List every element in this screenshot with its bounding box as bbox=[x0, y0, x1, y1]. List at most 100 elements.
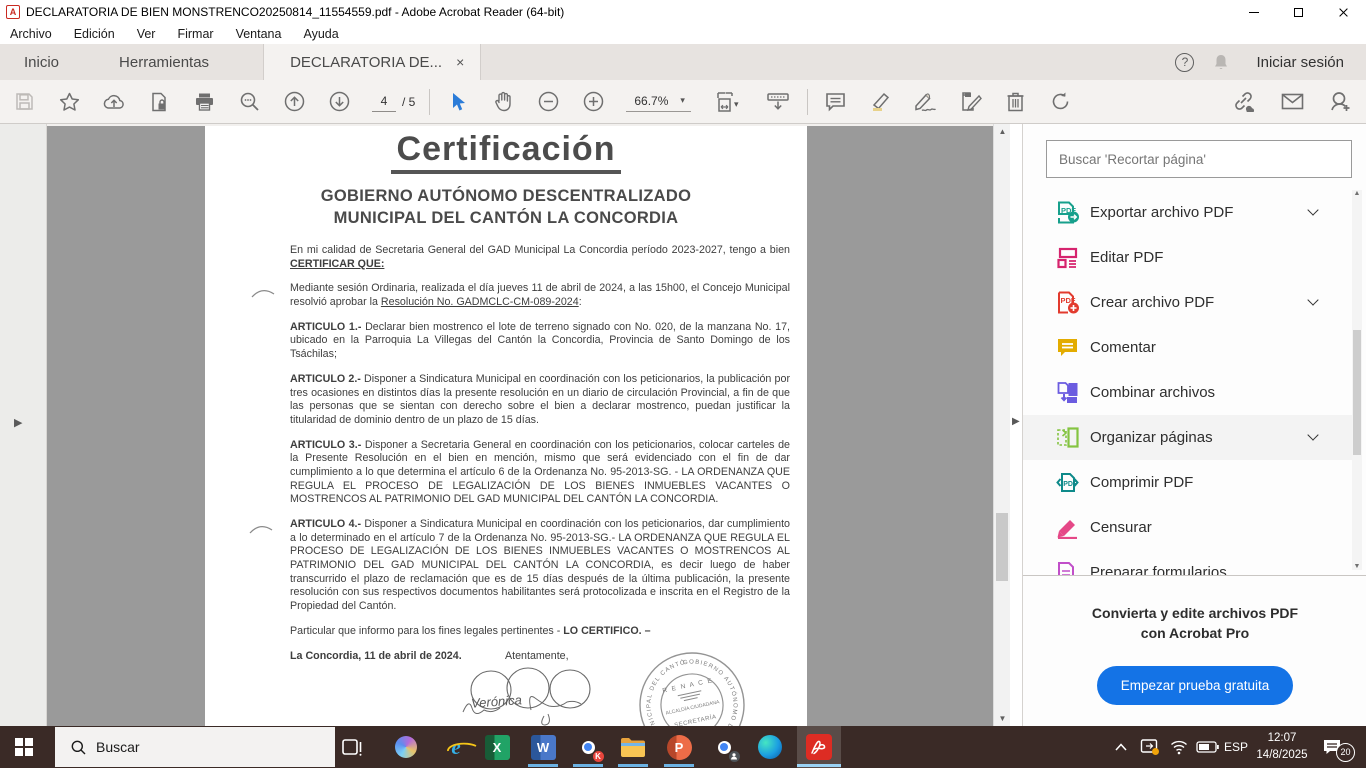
save-button[interactable] bbox=[12, 90, 36, 114]
tool-combine-files[interactable]: Combinar archivos bbox=[1023, 370, 1353, 415]
close-button[interactable] bbox=[1321, 0, 1366, 24]
document-scrollbar[interactable]: ▲ ▼ bbox=[993, 124, 1010, 726]
chevron-down-icon[interactable] bbox=[1307, 294, 1318, 305]
tab-document[interactable]: DECLARATORIA DE... × bbox=[263, 44, 481, 80]
tray-wifi-button[interactable] bbox=[1166, 726, 1192, 768]
tool-prepare-forms[interactable]: Preparar formularios bbox=[1023, 550, 1353, 575]
chevron-down-icon[interactable] bbox=[1307, 204, 1318, 215]
tool-compress-pdf[interactable]: PDF Comprimir PDF bbox=[1023, 460, 1353, 505]
tool-comment[interactable]: Comentar bbox=[1023, 325, 1353, 370]
windows-logo-icon bbox=[15, 738, 33, 756]
share-link-icon[interactable] bbox=[1232, 90, 1256, 114]
sidebar-scroll-down[interactable]: ▼ bbox=[1352, 563, 1362, 570]
sign-in-button[interactable]: Iniciar sesión bbox=[1256, 54, 1344, 71]
highlight-icon[interactable] bbox=[869, 90, 893, 114]
svg-text:ALCALDÍA CIUDADANA: ALCALDÍA CIUDADANA bbox=[665, 698, 721, 716]
help-icon[interactable]: ? bbox=[1175, 53, 1194, 72]
tab-inicio[interactable]: Inicio bbox=[0, 44, 83, 80]
page-number-input[interactable] bbox=[372, 92, 396, 112]
zoom-in-icon[interactable] bbox=[581, 90, 605, 114]
sign-icon[interactable] bbox=[914, 90, 938, 114]
select-tool-icon[interactable] bbox=[446, 90, 470, 114]
chevron-up-icon bbox=[1115, 743, 1127, 751]
notifications-bell-icon[interactable] bbox=[1212, 53, 1230, 72]
menu-ventana[interactable]: Ventana bbox=[236, 27, 282, 41]
document-viewport[interactable]: Certificación GOBIERNO AUTÓNOMO DESCENTR… bbox=[47, 124, 993, 726]
protected-file-icon[interactable] bbox=[147, 90, 171, 114]
zoom-level-value: 66.7% bbox=[634, 94, 668, 108]
word-button[interactable]: W bbox=[521, 726, 565, 768]
tray-clock[interactable]: 12:07 14/8/2025 bbox=[1246, 726, 1318, 768]
doc-paragraph: Mediante sesión Ordinaria, realizada el … bbox=[290, 282, 790, 309]
chrome-icon: K bbox=[576, 735, 601, 760]
collapse-tools-panel-icon[interactable]: ▶ bbox=[1012, 416, 1020, 427]
maximize-button[interactable] bbox=[1276, 0, 1321, 24]
scrolling-mode-icon[interactable] bbox=[766, 90, 790, 114]
tray-device-button[interactable] bbox=[1136, 726, 1164, 768]
copilot-button[interactable] bbox=[384, 726, 428, 768]
acrobat-reader-button[interactable] bbox=[797, 726, 841, 768]
edge-button[interactable] bbox=[748, 726, 792, 768]
tool-export-pdf[interactable]: PDF Exportar archivo PDF bbox=[1023, 190, 1353, 235]
hand-tool-icon[interactable] bbox=[491, 90, 515, 114]
window-title: DECLARATORIA DE BIEN MONSTRENCO20250814_… bbox=[26, 5, 564, 19]
tool-redact[interactable]: Censurar bbox=[1023, 505, 1353, 550]
chrome-k-profile-button[interactable]: K bbox=[566, 726, 610, 768]
scroll-down-arrow[interactable]: ▼ bbox=[994, 714, 1011, 723]
sidebar-scrollbar-thumb[interactable] bbox=[1353, 330, 1361, 455]
file-explorer-button[interactable] bbox=[611, 726, 655, 768]
powerpoint-button[interactable]: P bbox=[657, 726, 701, 768]
notification-center-button[interactable]: 20 bbox=[1322, 726, 1355, 768]
chrome-second-profile-button[interactable] bbox=[702, 726, 746, 768]
cloud-upload-icon[interactable] bbox=[102, 90, 126, 114]
menu-ver[interactable]: Ver bbox=[137, 27, 156, 41]
chrome-profile-badge: K bbox=[592, 750, 605, 763]
find-icon[interactable] bbox=[237, 90, 261, 114]
fill-sign-icon[interactable] bbox=[959, 90, 983, 114]
tray-expand-button[interactable] bbox=[1108, 726, 1134, 768]
next-page-icon[interactable] bbox=[327, 90, 351, 114]
tool-edit-pdf[interactable]: Editar PDF bbox=[1023, 235, 1353, 280]
menu-firmar[interactable]: Firmar bbox=[177, 27, 213, 41]
rotate-pages-icon[interactable] bbox=[1049, 90, 1073, 114]
tray-battery-button[interactable] bbox=[1192, 726, 1222, 768]
menu-ayuda[interactable]: Ayuda bbox=[303, 27, 338, 41]
comment-tool-icon bbox=[1056, 336, 1079, 359]
expand-left-panel-icon[interactable]: ▶ bbox=[14, 416, 22, 429]
email-icon[interactable] bbox=[1280, 90, 1304, 114]
sidebar-scroll-up[interactable]: ▲ bbox=[1352, 190, 1362, 197]
sidebar-scrollbar[interactable]: ▲ ▼ bbox=[1352, 190, 1362, 570]
internet-explorer-icon: e bbox=[451, 735, 460, 760]
internet-explorer-button[interactable]: e bbox=[434, 726, 478, 768]
start-free-trial-button[interactable]: Empezar prueba gratuita bbox=[1097, 666, 1294, 705]
start-button[interactable] bbox=[0, 726, 48, 768]
tools-search-input[interactable] bbox=[1046, 140, 1352, 178]
comment-icon[interactable] bbox=[824, 90, 848, 114]
clock-date: 14/8/2025 bbox=[1246, 747, 1318, 764]
chevron-down-icon[interactable] bbox=[1307, 429, 1318, 440]
task-view-button[interactable] bbox=[330, 726, 374, 768]
page-fit-dropdown-icon[interactable]: ▾ bbox=[711, 90, 745, 114]
running-indicator bbox=[573, 764, 603, 767]
file-explorer-icon bbox=[620, 737, 646, 758]
minimize-button[interactable] bbox=[1231, 0, 1276, 24]
print-icon[interactable] bbox=[192, 90, 216, 114]
scrollbar-thumb[interactable] bbox=[996, 513, 1008, 581]
tool-organize-pages[interactable]: Organizar páginas bbox=[1023, 415, 1353, 460]
menu-archivo[interactable]: Archivo bbox=[10, 27, 52, 41]
scroll-up-arrow[interactable]: ▲ bbox=[994, 127, 1011, 136]
taskbar-search[interactable] bbox=[55, 727, 335, 767]
tab-close-icon[interactable]: × bbox=[456, 54, 464, 70]
tab-herramientas[interactable]: Herramientas bbox=[95, 44, 233, 80]
taskbar-search-input[interactable] bbox=[96, 739, 296, 755]
favorite-star-icon[interactable] bbox=[57, 90, 81, 114]
task-view-icon bbox=[341, 737, 363, 757]
delete-pages-icon[interactable] bbox=[1004, 90, 1028, 114]
menu-edicion[interactable]: Edición bbox=[74, 27, 115, 41]
tool-create-pdf[interactable]: PDF Crear archivo PDF bbox=[1023, 280, 1353, 325]
zoom-out-icon[interactable] bbox=[536, 90, 560, 114]
zoom-level-dropdown[interactable]: 66.7% ▾ bbox=[626, 92, 691, 112]
add-people-icon[interactable] bbox=[1328, 90, 1352, 114]
excel-button[interactable]: X bbox=[475, 726, 519, 768]
previous-page-icon[interactable] bbox=[282, 90, 306, 114]
